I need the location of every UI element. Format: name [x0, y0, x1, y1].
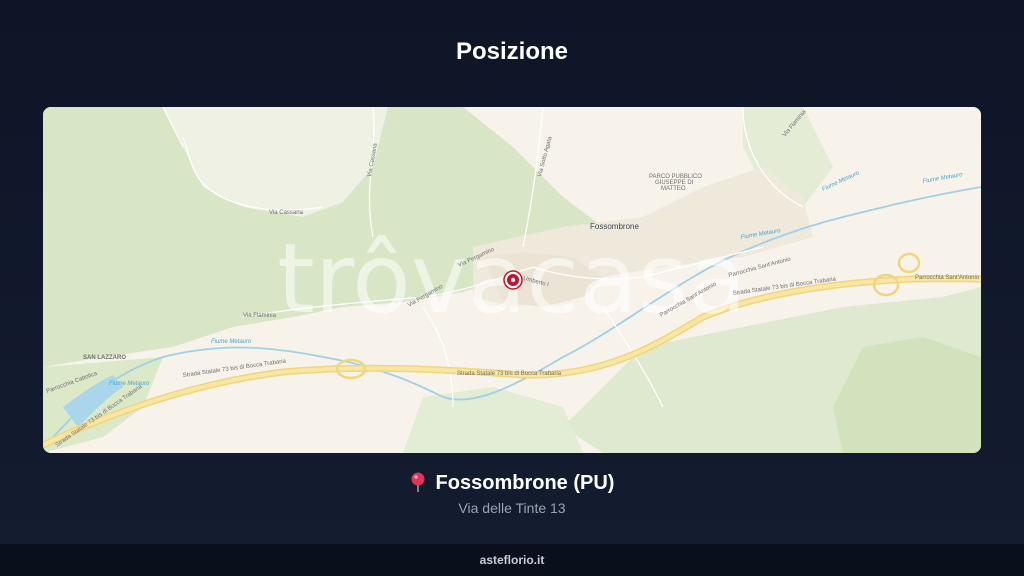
footer: asteflorio.it — [0, 544, 1024, 576]
location-address: Via delle Tinte 13 — [458, 500, 566, 516]
map-view[interactable]: trôvacasa Fossombrone SAN LAZZARO PARCO … — [43, 107, 981, 453]
map-label-via-flaminia: Via Flaminia — [243, 313, 277, 319]
map-label-san-lazzaro: SAN LAZZARO — [83, 355, 126, 361]
map-label-strada-statale-1: Strada Statale 73 bis di Bocca Trabaria — [457, 371, 562, 377]
page-title: Posizione — [455, 38, 569, 65]
round-pushpin-icon — [410, 472, 426, 498]
map-label-fiume-2: Fiume Metauro — [109, 381, 150, 387]
map-canvas[interactable]: trôvacasa Fossombrone SAN LAZZARO PARCO … — [43, 107, 981, 453]
map-label-parco-3: MATTEO — [661, 186, 686, 192]
location-marker-icon[interactable] — [503, 270, 523, 290]
map-label-via-cassana: Via Cassana — [269, 210, 304, 216]
map-label-parrocchia-3: Parrocchia Sant'Antonio — [915, 275, 980, 281]
location-city: Fossombrone (PU) — [435, 472, 615, 494]
map-label-fiume-1: Fiume Metauro — [211, 339, 252, 345]
location-heading: Fossombrone (PU) — [0, 472, 1024, 498]
footer-site[interactable]: asteflorio.it — [0, 553, 1024, 567]
map-label-city: Fossombrone — [590, 222, 639, 231]
